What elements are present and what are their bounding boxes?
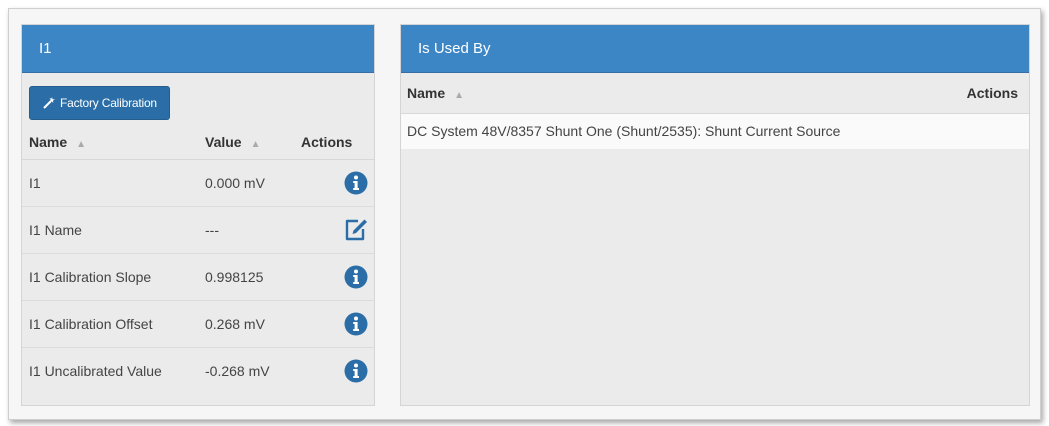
property-value: 0.268 mV (198, 299, 294, 347)
property-value: 0.998125 (198, 252, 294, 300)
property-value: 0.000 mV (198, 158, 294, 206)
property-name: I1 Uncalibrated Value (22, 346, 198, 394)
is-used-by-table: Name ▲︎ Actions DC System 48V/8357 Shunt … (401, 73, 1029, 149)
info-icon[interactable] (344, 265, 368, 288)
table-row: I1 Uncalibrated Value -0.268 mV (22, 346, 374, 394)
table-row: I1 Name --- (22, 205, 374, 253)
is-used-by-panel: Is Used By Name ▲︎ Actions DC System 48V/… (400, 24, 1030, 406)
sort-icon[interactable]: ▲︎ (454, 90, 464, 101)
property-name: I1 Calibration Slope (22, 252, 198, 300)
is-used-by-title: Is Used By (401, 25, 1029, 73)
name-column-header[interactable]: Name ▲︎ (401, 73, 947, 114)
value-column-header[interactable]: Value ▲︎ (198, 125, 294, 160)
edit-icon[interactable] (344, 219, 368, 240)
row-actions (294, 346, 374, 394)
magic-wand-icon (42, 96, 56, 110)
table-row[interactable]: DC System 48V/8357 Shunt One (Shunt/2535… (401, 112, 1029, 149)
property-value: -0.268 mV (198, 346, 294, 394)
factory-calibration-button[interactable]: Factory Calibration (29, 86, 170, 120)
row-actions (294, 158, 374, 206)
property-name: I1 Calibration Offset (22, 299, 198, 347)
factory-calibration-label: Factory Calibration (60, 96, 157, 110)
name-column-header[interactable]: Name ▲︎ (22, 125, 198, 160)
i1-panel: I1 Factory Calibration Name ▲︎ Value ▲︎ … (21, 24, 375, 406)
actions-column-header: Actions (947, 73, 1029, 114)
property-value: --- (198, 205, 294, 253)
table-row: I1 0.000 mV (22, 158, 374, 206)
page-frame: I1 Factory Calibration Name ▲︎ Value ▲︎ … (8, 8, 1041, 420)
table-row: I1 Calibration Slope 0.998125 (22, 252, 374, 300)
i1-panel-title: I1 (22, 25, 374, 73)
property-name: I1 (22, 158, 198, 206)
i1-properties-table: Name ▲︎ Value ▲︎ Actions I1 0.000 mV I1 Name… (22, 125, 374, 394)
table-row: I1 Calibration Offset 0.268 mV (22, 299, 374, 347)
row-actions (294, 299, 374, 347)
row-actions (294, 252, 374, 300)
actions-column-header: Actions (294, 125, 374, 160)
used-by-name: DC System 48V/8357 Shunt One (Shunt/2535… (401, 112, 947, 149)
row-actions (947, 112, 1029, 149)
info-icon[interactable] (344, 171, 368, 194)
info-icon[interactable] (344, 312, 368, 335)
table-header-row: Name ▲︎ Value ▲︎ Actions (22, 125, 374, 160)
row-actions (294, 205, 374, 253)
i1-panel-toolbar: Factory Calibration (22, 73, 374, 125)
property-name: I1 Name (22, 205, 198, 253)
table-header-row: Name ▲︎ Actions (401, 73, 1029, 114)
info-icon[interactable] (344, 359, 368, 383)
sort-icon[interactable]: ▲︎ (76, 139, 86, 150)
sort-icon[interactable]: ▲︎ (251, 139, 261, 150)
